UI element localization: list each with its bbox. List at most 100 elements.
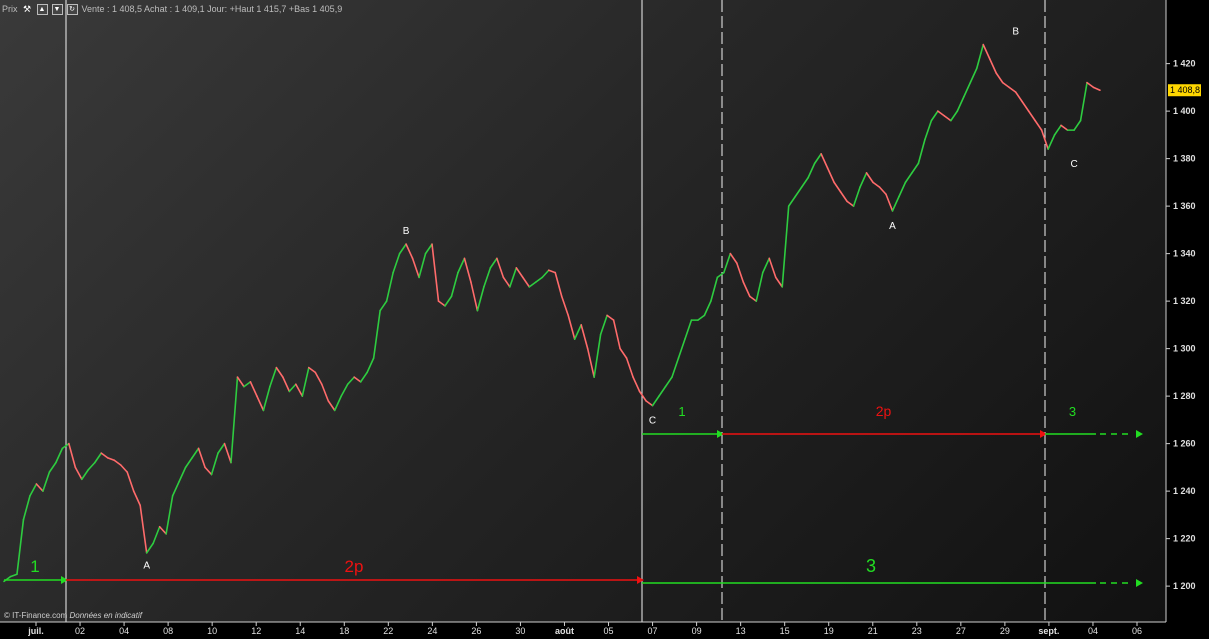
last-price-label: 1 408,8: [1170, 85, 1200, 95]
price-segment: [736, 262, 745, 283]
price-segment: [282, 376, 291, 393]
price-segment: [859, 172, 868, 188]
price-segment: [106, 457, 116, 462]
price-segment: [42, 471, 51, 492]
price-segment: [132, 490, 141, 507]
x-tick-label: 27: [956, 626, 966, 636]
wave-label: A: [889, 221, 896, 232]
price-segment: [677, 338, 686, 359]
price-segment: [800, 176, 809, 188]
price-segment: [119, 464, 129, 473]
price-segment: [29, 483, 38, 497]
price-segment: [353, 376, 362, 383]
price-segment: [865, 172, 874, 184]
price-segment: [560, 295, 570, 317]
price-segment: [716, 271, 725, 279]
price-segment: [612, 319, 621, 350]
price-segment: [470, 281, 479, 312]
x-tick-label: 24: [427, 626, 437, 636]
price-segment: [755, 271, 764, 302]
price-segment: [950, 110, 959, 122]
price-segment: [937, 110, 946, 117]
wave-label: C: [1070, 159, 1077, 170]
price-segment: [385, 271, 394, 302]
y-tick-label: 1 260: [1173, 439, 1196, 449]
price-segment: [333, 395, 343, 412]
x-tick-label: 05: [604, 626, 614, 636]
price-segment: [359, 371, 368, 383]
wave-label: B: [1012, 27, 1019, 38]
arrow-head: [1136, 579, 1143, 587]
price-segment: [100, 452, 109, 459]
x-tick-label: 12: [251, 626, 261, 636]
price-segment: [314, 371, 323, 386]
y-tick-label: 1 220: [1173, 534, 1196, 544]
price-segment: [904, 172, 913, 184]
price-segment: [379, 300, 388, 312]
price-segment: [820, 153, 829, 169]
price-segment: [917, 138, 926, 165]
price-segment: [1021, 100, 1030, 112]
price-segment: [158, 525, 167, 535]
x-tick-label: 04: [1088, 626, 1098, 636]
data-disclaimer: Données en indicatif: [69, 611, 142, 620]
x-tick-label: 26: [471, 626, 481, 636]
price-series: [3, 43, 1101, 583]
price-segment: [593, 333, 602, 378]
price-segment: [450, 271, 459, 298]
y-tick-label: 1 240: [1173, 486, 1196, 496]
price-segment: [346, 376, 356, 386]
price-segment: [1014, 91, 1023, 103]
price-segment: [398, 243, 407, 255]
x-tick-label: 06: [1132, 626, 1142, 636]
price-segment: [139, 504, 148, 554]
x-tick-label: 30: [515, 626, 525, 636]
price-segment: [81, 468, 90, 481]
x-tick-label: 14: [295, 626, 305, 636]
price-segment: [515, 267, 524, 279]
price-segment: [178, 466, 187, 483]
price-segment: [1060, 124, 1069, 131]
price-segment: [761, 257, 771, 274]
y-tick-label: 1 300: [1173, 344, 1196, 354]
price-segment: [463, 257, 472, 283]
price-segment: [898, 181, 907, 198]
price-segment: [1079, 81, 1088, 122]
price-segment: [625, 357, 634, 378]
count-label: 3: [1069, 404, 1076, 419]
wave-annotations: 1 2p 3 1 2p 3 A B C A B C: [30, 27, 1077, 576]
price-segment: [489, 257, 498, 269]
price-segment: [567, 314, 576, 340]
price-segment: [1053, 124, 1062, 136]
copyright-text: © IT-Finance.com: [4, 611, 68, 620]
price-segment: [152, 525, 161, 545]
price-segment: [1027, 110, 1036, 122]
price-segment: [210, 452, 219, 476]
price-segment: [638, 390, 647, 402]
price-segment: [554, 271, 563, 298]
arrow-head: [1136, 430, 1143, 438]
price-segment: [269, 366, 278, 388]
y-tick-label: 1 200: [1173, 581, 1196, 591]
price-segment: [924, 119, 933, 141]
price-segment: [697, 314, 706, 321]
price-segment: [191, 447, 200, 459]
price-segment: [230, 376, 239, 464]
price-segment: [93, 452, 103, 464]
price-segment: [16, 518, 25, 576]
price-segment: [405, 243, 414, 260]
price-segment: [846, 200, 855, 207]
price-segment: [599, 314, 608, 336]
footer-credit: © IT-Finance.com Données en indicatif: [4, 611, 142, 620]
y-tick-label: 1 320: [1173, 296, 1196, 306]
price-segment: [217, 442, 226, 454]
price-segment: [444, 295, 453, 307]
price-segment: [547, 269, 557, 274]
count-arrows: [4, 430, 1143, 587]
price-segment: [995, 72, 1004, 84]
price-segment: [684, 319, 693, 340]
price-segment: [275, 366, 284, 378]
price-segment: [833, 181, 842, 193]
price-segment: [878, 186, 887, 196]
price-segment: [768, 257, 777, 279]
